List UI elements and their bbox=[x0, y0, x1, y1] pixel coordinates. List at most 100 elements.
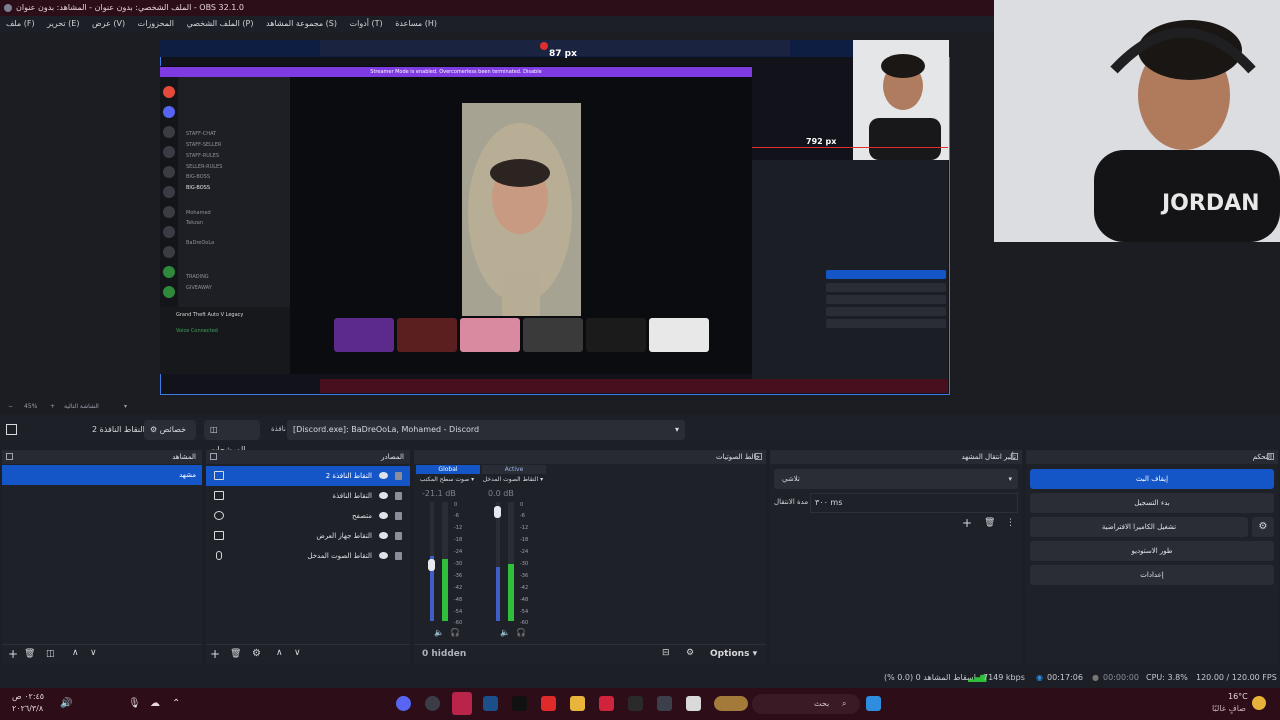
options-button[interactable]: Options ▾ bbox=[710, 649, 757, 659]
move-up-button[interactable]: ∧ bbox=[276, 648, 283, 658]
windows-start-icon[interactable] bbox=[866, 696, 881, 711]
speaker-icon[interactable]: 🔈 bbox=[434, 628, 444, 637]
eye-icon[interactable] bbox=[379, 512, 388, 519]
eye-icon[interactable] bbox=[379, 472, 388, 479]
add-transition-button[interactable]: + bbox=[962, 516, 972, 530]
source-item[interactable]: التقاط الصوت المدخل bbox=[206, 546, 410, 566]
meter-tick: -18 bbox=[520, 537, 529, 543]
discord-icon[interactable] bbox=[396, 696, 411, 711]
menu-help[interactable]: مساعدة (H) bbox=[395, 16, 437, 32]
volume-fader-handle[interactable] bbox=[428, 559, 435, 571]
weather-temp[interactable]: 16°C bbox=[1228, 692, 1248, 701]
weather-icon[interactable] bbox=[1252, 696, 1266, 710]
hidden-count[interactable]: 0 hidden bbox=[422, 649, 466, 659]
nested-button bbox=[826, 295, 946, 304]
source-item[interactable]: متصفح bbox=[206, 506, 410, 526]
window-select[interactable]: [Discord.exe]: BaDreOoLa, Mohamed - Disc… bbox=[287, 420, 685, 440]
strip-name[interactable]: التقاط الصوت المدخل ▾ bbox=[480, 476, 546, 483]
trash-icon[interactable]: 🗑 bbox=[984, 518, 995, 528]
trash-icon[interactable]: 🗑 bbox=[24, 649, 35, 659]
add-source-button[interactable]: + bbox=[210, 647, 220, 661]
move-down-button[interactable]: ∨ bbox=[90, 648, 97, 658]
eye-icon[interactable] bbox=[379, 492, 388, 499]
tab-global[interactable]: Global bbox=[416, 465, 480, 474]
tab-active[interactable]: Active bbox=[482, 465, 546, 474]
float-dock-icon[interactable] bbox=[210, 453, 217, 460]
filter-icon[interactable]: ◫ bbox=[46, 649, 55, 659]
taskbar-date[interactable]: ٢٠٢٦/٣/٨ bbox=[12, 704, 43, 713]
float-dock-icon[interactable] bbox=[1011, 453, 1018, 460]
transitions-dock: تأثير انتقال المشهد تلاشي ▾ مدة الانتقال … bbox=[770, 450, 1022, 664]
tiktok-icon[interactable] bbox=[512, 696, 527, 711]
properties-button[interactable]: ⚙ خصائص bbox=[144, 420, 196, 440]
taskbar-time[interactable]: ٠٢:٤٥ ص bbox=[12, 692, 44, 701]
eye-icon[interactable] bbox=[379, 532, 388, 539]
filters-button[interactable]: ◫ المرشحات bbox=[204, 420, 260, 454]
float-dock-icon[interactable] bbox=[1267, 453, 1274, 460]
steam-icon[interactable] bbox=[483, 696, 498, 711]
nested-button bbox=[826, 307, 946, 316]
svg-text:JORDAN: JORDAN bbox=[1160, 191, 1260, 216]
scene-item[interactable]: مشهد bbox=[2, 465, 202, 485]
lock-icon[interactable] bbox=[395, 492, 402, 500]
source-item[interactable]: التقاط النافذة 2 bbox=[206, 466, 410, 486]
menu-view[interactable]: عرض (V) bbox=[92, 16, 125, 32]
headphones-icon[interactable]: 🎧 bbox=[450, 628, 460, 637]
more-icon[interactable]: ⋮ bbox=[1006, 518, 1015, 528]
lock-icon[interactable] bbox=[395, 472, 402, 480]
app-a-icon[interactable] bbox=[599, 696, 614, 711]
float-dock-icon[interactable] bbox=[6, 453, 13, 460]
gear-icon[interactable]: ⚙ bbox=[252, 648, 261, 659]
volume-slider-track[interactable] bbox=[496, 502, 500, 621]
trash-icon[interactable]: 🗑 bbox=[230, 649, 241, 659]
youtube-icon[interactable] bbox=[541, 696, 556, 711]
lock-icon[interactable] bbox=[395, 512, 402, 520]
stop-streaming-button[interactable]: إيقاف البث bbox=[1030, 469, 1274, 489]
mixer-settings-icon[interactable]: ⚙ bbox=[686, 648, 694, 658]
menu-scene-collection[interactable]: مجموعة المشاهد (S) bbox=[266, 16, 337, 32]
volume-fader-handle[interactable] bbox=[494, 506, 501, 518]
move-down-button[interactable]: ∨ bbox=[294, 648, 301, 658]
menu-tools[interactable]: أدوات (T) bbox=[350, 16, 383, 32]
headphones-icon[interactable]: 🎧 bbox=[516, 628, 526, 637]
menu-edit[interactable]: تحرير (E) bbox=[47, 16, 79, 32]
speaker-icon[interactable]: 🔈 bbox=[500, 628, 510, 637]
float-dock-icon[interactable] bbox=[755, 453, 762, 460]
lock-icon[interactable] bbox=[395, 532, 402, 540]
menu-profile[interactable]: الملف الشخصي (P) bbox=[187, 16, 254, 32]
epic-games-icon[interactable] bbox=[628, 696, 643, 711]
lock-icon[interactable] bbox=[395, 552, 402, 560]
store-icon[interactable] bbox=[657, 696, 672, 711]
chevron-down-icon[interactable]: ▾ bbox=[124, 400, 127, 414]
weather-desc[interactable]: صافٍ غالبًا bbox=[1212, 704, 1246, 713]
cloud-icon[interactable]: ☁ bbox=[150, 698, 160, 709]
menu-docks[interactable]: المحزوزات bbox=[138, 16, 174, 32]
menu-file[interactable]: ملف (F) bbox=[6, 16, 35, 32]
speaker-icon[interactable]: 🔊 bbox=[60, 698, 72, 709]
zoom-out-button[interactable]: − bbox=[8, 400, 13, 414]
layout-icon[interactable]: ⊟ bbox=[662, 648, 670, 658]
source-item[interactable]: التقاط جهاز العرض bbox=[206, 526, 410, 546]
virtual-camera-settings-gear-icon[interactable]: ⚙ bbox=[1252, 517, 1274, 537]
zoom-in-button[interactable]: + bbox=[50, 400, 55, 414]
settings-button[interactable]: إعدادات bbox=[1030, 565, 1274, 585]
virtual-camera-button[interactable]: تشغيل الكاميرا الافتراضية bbox=[1030, 517, 1248, 537]
eye-icon[interactable] bbox=[379, 552, 388, 559]
add-scene-button[interactable]: + bbox=[8, 647, 18, 661]
folder-icon[interactable] bbox=[570, 696, 585, 711]
start-recording-button[interactable]: بدء التسجيل bbox=[1030, 493, 1274, 513]
obs-icon[interactable] bbox=[425, 696, 440, 711]
duration-input[interactable]: ٣٠٠ ms bbox=[810, 493, 1018, 513]
chevron-up-icon[interactable]: ⌃ bbox=[172, 698, 180, 709]
studio-mode-button[interactable]: طور الاستوديو bbox=[1030, 541, 1274, 561]
taskbar-search[interactable]: بحث ⌕ bbox=[752, 694, 860, 714]
window-icon[interactable] bbox=[686, 696, 701, 711]
meter-tick: -54 bbox=[520, 609, 529, 615]
tiktok-live-icon[interactable] bbox=[452, 692, 472, 715]
move-up-button[interactable]: ∧ bbox=[72, 648, 79, 658]
transition-select[interactable]: تلاشي ▾ bbox=[774, 469, 1018, 489]
source-name: متصفح bbox=[352, 512, 372, 520]
source-item[interactable]: التقاط النافذة bbox=[206, 486, 410, 506]
strip-name[interactable]: صوت سطح المكتب ▾ bbox=[414, 476, 480, 483]
microphone-icon[interactable]: 🎙 bbox=[128, 698, 141, 709]
